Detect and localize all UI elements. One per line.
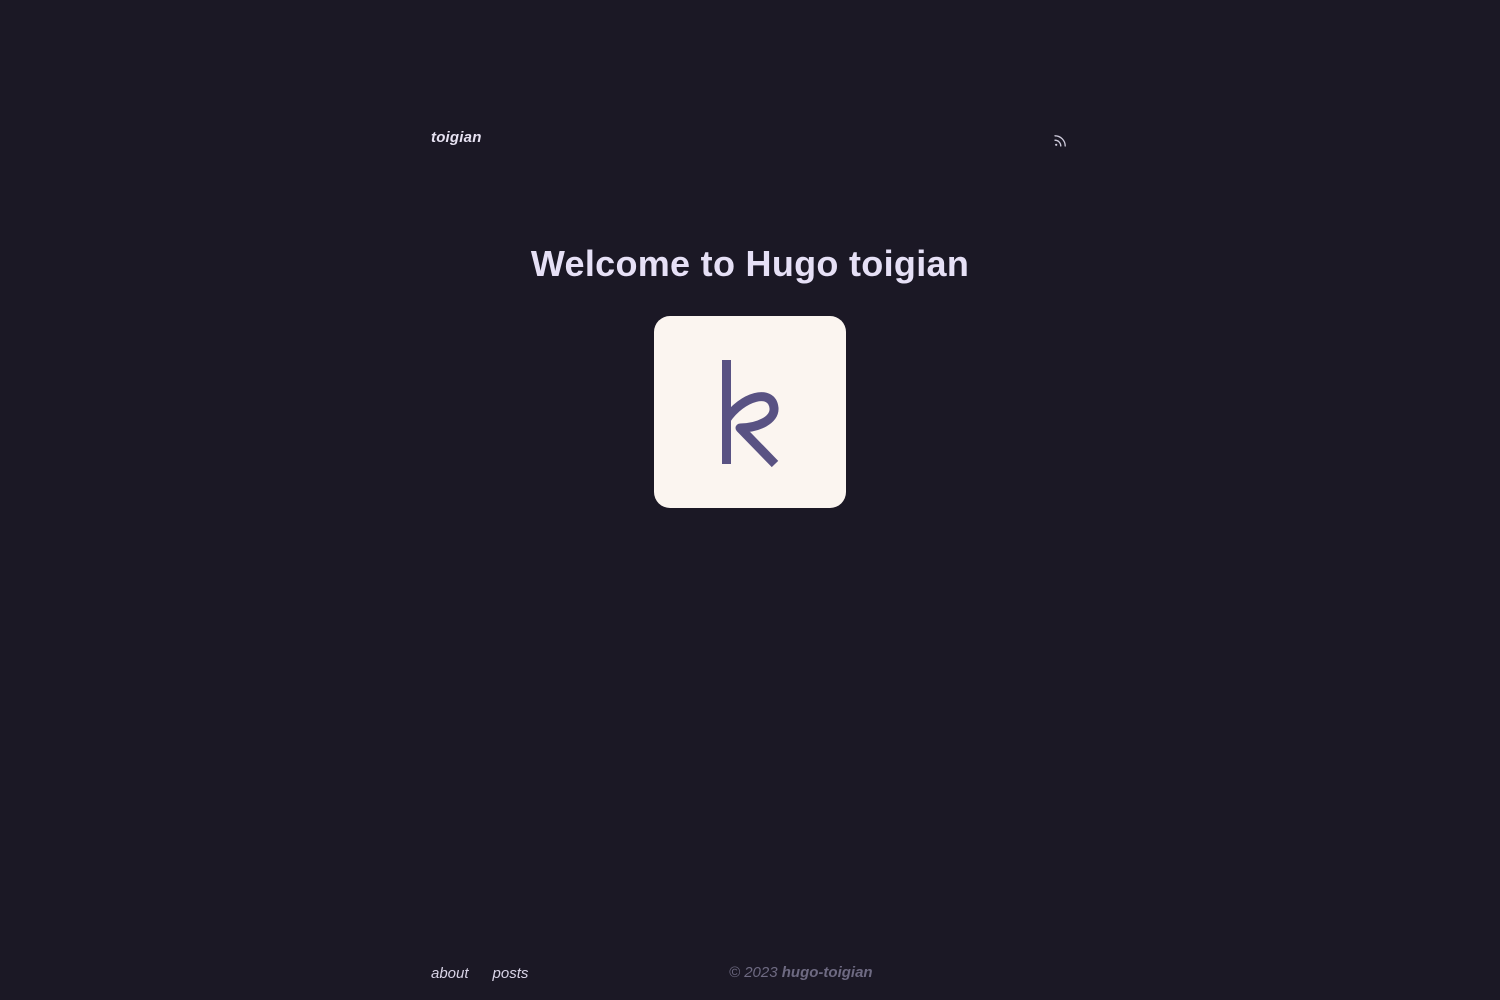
page-title: Welcome to Hugo toigian [530, 243, 970, 284]
k-logo-icon [722, 360, 779, 468]
logo [654, 316, 846, 508]
footer-nav: about posts [431, 965, 528, 982]
copyright: © 2023 hugo-toigian [729, 964, 873, 981]
site-title-link[interactable]: toigian [431, 129, 482, 146]
rss-icon [1054, 135, 1066, 147]
rss-link[interactable] [1053, 132, 1069, 148]
footer-link-about[interactable]: about [431, 965, 469, 982]
footer-link-posts[interactable]: posts [493, 965, 529, 982]
copyright-prefix: © 2023 [729, 964, 782, 981]
copyright-name: hugo-toigian [781, 964, 873, 981]
page: toigian Welcome to Hugo toigian about po… [0, 0, 1500, 1000]
